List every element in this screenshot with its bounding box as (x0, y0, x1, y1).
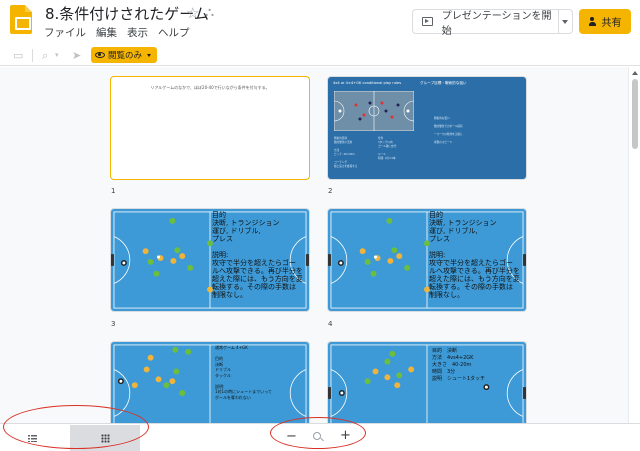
star-icon[interactable]: ☆ (186, 4, 199, 22)
present-dropdown-button[interactable] (559, 9, 573, 34)
eye-icon (95, 52, 105, 58)
pointer-icon[interactable]: ➤ (72, 49, 81, 62)
slide-text: 通常ゲーム 4+GK 目的 決断 ドリブル タックル 説明: 1対1の時にシュー… (215, 345, 272, 400)
list-view-icon (27, 434, 37, 442)
zoom-in-button[interactable]: + (340, 429, 351, 443)
slide-thumbnail-2[interactable]: 4x4 or 4×4+GK conditional play rules グルー… (327, 76, 527, 180)
app-header: 8.条件付けされたゲーム ☆ ⛬ ファイル 編集 表示 ヘルプ プレゼンテーショ… (0, 0, 640, 42)
slide-text: リアルゲームのなかで、ほぼ20-40で行いながら条件を付与する。 (150, 85, 270, 90)
slide-number: 1 (111, 187, 116, 195)
slide-thumbnail-4[interactable]: 目的 決断, トランジション 運び, ドリブル, プレス 説明: 攻守で半分を超… (327, 208, 527, 312)
list-view-button[interactable] (18, 430, 46, 446)
toolbar: ▭ ⌕ ▾ ➤ 閲覧のみ (0, 44, 640, 66)
document-title[interactable]: 8.条件付けされたゲーム (45, 3, 209, 24)
grid-view-icon (100, 433, 110, 443)
menu-view[interactable]: 表示 (127, 25, 148, 40)
present-button[interactable]: プレゼンテーションを開始 (412, 9, 559, 37)
zoom-caret-icon[interactable]: ▾ (55, 51, 59, 59)
slide-column-1: 戦術的目標 数的優位の活用 方法 ピッチ: 40×20m コーチング 幅と深さを… (334, 137, 358, 168)
slide-thumbnail-1[interactable]: リアルゲームのなかで、ほぼ20-40で行いながら条件を付与する。 (110, 76, 310, 180)
slides-logo-icon[interactable] (10, 5, 32, 34)
menu-file[interactable]: ファイル (44, 25, 86, 40)
menu-bar: ファイル 編集 表示 ヘルプ (44, 25, 190, 40)
slide-heading: グループ目標・戦術的な狙い (420, 81, 467, 85)
present-label: プレゼンテーションを開始 (441, 10, 552, 37)
slide-number: 4 (328, 320, 333, 328)
grid-view-button[interactable] (70, 425, 140, 451)
slide-text: 目的 決断, トランジション 運び, ドリブル, プレス 説明: 攻守で半分を超… (429, 211, 520, 299)
vertical-scrollbar[interactable] (628, 67, 640, 423)
futsal-court (328, 342, 526, 423)
share-label: 共有 (601, 18, 622, 29)
toolbar-divider (32, 49, 33, 62)
drive-status-icon[interactable]: ⛬ (205, 5, 214, 20)
slide-number: 3 (111, 320, 116, 328)
slide-thumbnail-3[interactable]: 目的 決断, トランジション 運び, ドリブル, プレス 説明: 攻守で半分を超… (110, 208, 310, 312)
scrollbar-thumb[interactable] (632, 79, 638, 149)
menu-edit[interactable]: 編集 (96, 25, 117, 40)
zoom-out-button[interactable]: − (286, 430, 297, 444)
print-icon[interactable]: ▭ (13, 49, 23, 62)
zoom-icon[interactable] (313, 432, 321, 440)
slide-thumbnail-6[interactable]: 目的 決断 方法 4vs4+2GK 大きさ 40-20m 時間 3分 説明 シュ… (327, 341, 527, 423)
slide-thumbnail-5[interactable]: 通常ゲーム 4+GK 目的 決断 ドリブル タックル 説明: 1対1の時にシュー… (110, 341, 310, 423)
slide-text: 目的 決断 方法 4vs4+2GK 大きさ 40-20m 時間 3分 説明 シュ… (432, 348, 486, 382)
slides-app: 8.条件付けされたゲーム ☆ ⛬ ファイル 編集 表示 ヘルプ プレゼンテーショ… (0, 0, 640, 451)
slide-column-2: 条件 3タッチ以内 ゴール後に交代 ルール 時間: 4分×3本 (378, 137, 397, 160)
bottom-bar: − + (0, 423, 640, 451)
view-mode-label: 閲覧のみ (108, 51, 143, 61)
slide-title: 4x4 or 4×4+GK conditional play rules (333, 81, 402, 85)
chevron-down-icon (147, 53, 152, 57)
view-mode-button[interactable]: 閲覧のみ (91, 47, 157, 63)
slide-text: 目的 決断, トランジション 運び, ドリブル, プレス 説明: 攻守で半分を超… (212, 211, 303, 299)
slide-grid: リアルゲームのなかで、ほぼ20-40で行いながら条件を付与する。 1 4x4 o… (0, 67, 628, 423)
slide-number: 2 (328, 187, 333, 195)
futsal-court (111, 342, 309, 423)
slide-column-3: 戦術的な狙い 数的優位でのボール保持 一つ一つの動作を正確に 攻撃のスピード (434, 117, 463, 144)
share-button[interactable]: 共有 (579, 9, 631, 34)
present-icon (422, 17, 433, 26)
court-diagram (334, 91, 414, 131)
scroll-up-icon[interactable] (632, 71, 638, 75)
people-icon (588, 16, 599, 26)
menu-help[interactable]: ヘルプ (158, 25, 190, 40)
zoom-icon[interactable]: ⌕ (42, 49, 48, 63)
